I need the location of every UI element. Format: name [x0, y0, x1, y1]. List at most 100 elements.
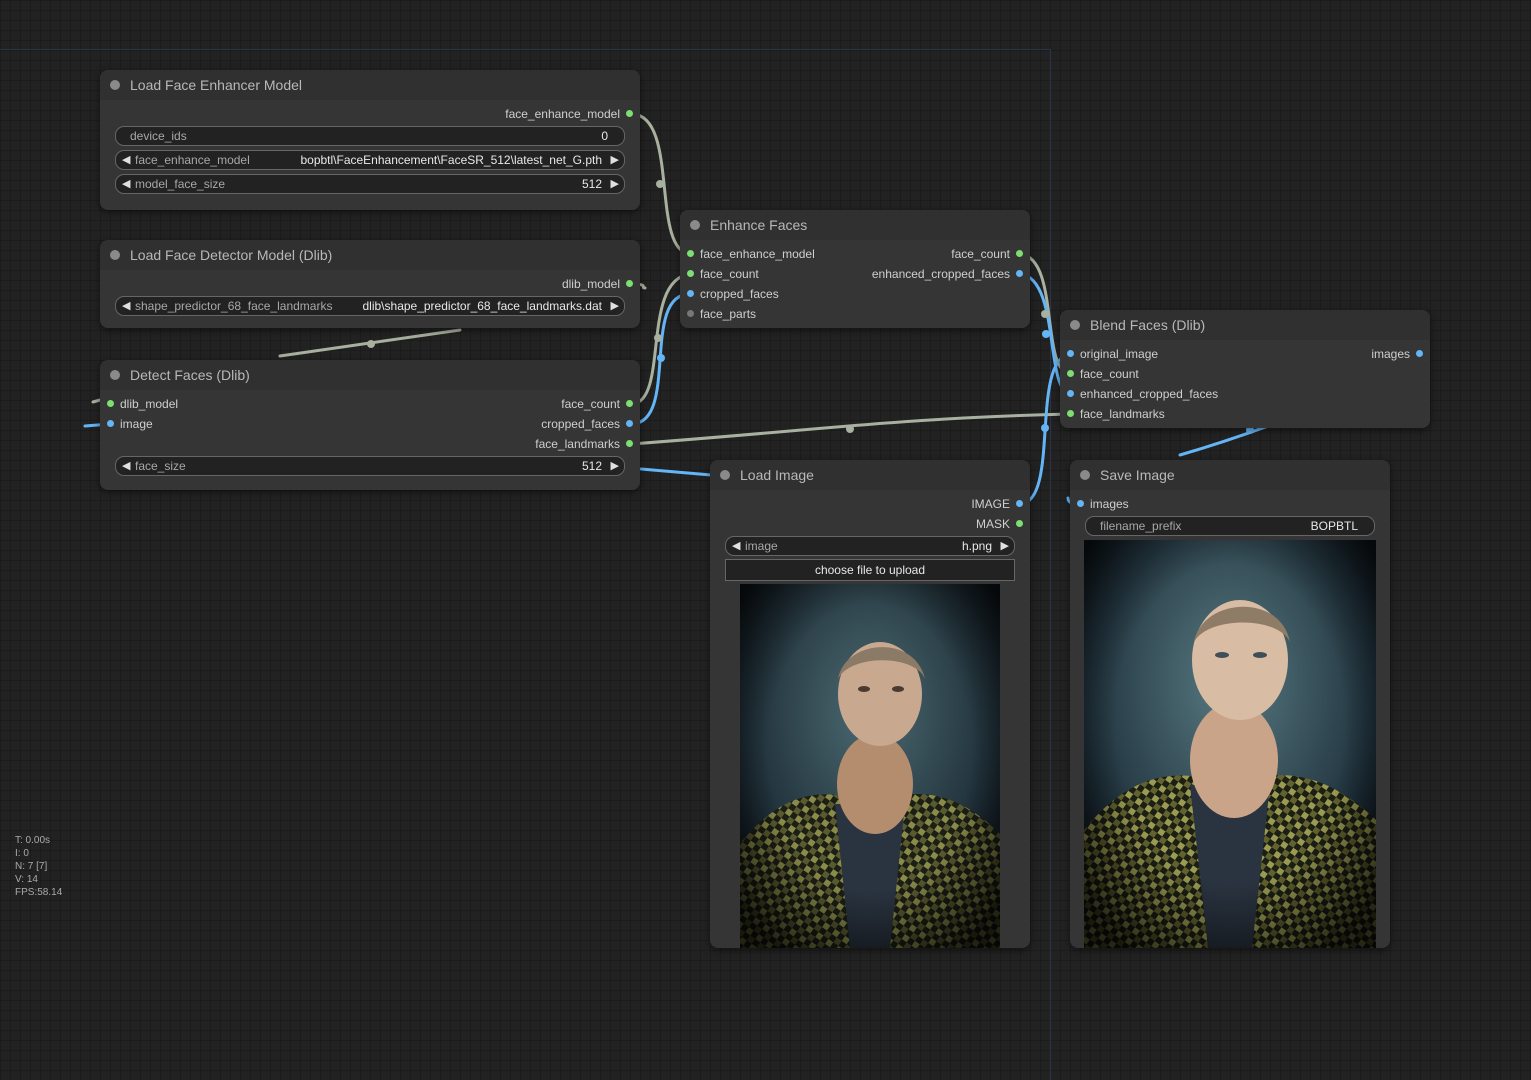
- widget-device-ids[interactable]: device_ids 0: [115, 126, 625, 146]
- link-midpoint[interactable]: [654, 334, 662, 342]
- arrow-right-icon[interactable]: ▶: [1001, 537, 1009, 555]
- slot-dot-icon[interactable]: [107, 420, 114, 427]
- widget-filename-prefix[interactable]: filename_prefix BOPBTL: [1085, 516, 1375, 536]
- slot-dot-icon[interactable]: [1067, 390, 1074, 397]
- arrow-right-icon[interactable]: ▶: [611, 175, 619, 193]
- slot-dot-icon[interactable]: [626, 420, 633, 427]
- widget-label: model_face_size: [135, 177, 226, 191]
- collapse-dot-icon[interactable]: [690, 220, 700, 230]
- arrow-left-icon[interactable]: ◀: [732, 537, 740, 555]
- slot-dot-icon[interactable]: [1016, 250, 1023, 257]
- slot-dot-icon[interactable]: [107, 400, 114, 407]
- arrow-left-icon[interactable]: ◀: [122, 175, 130, 193]
- slot-dot-icon[interactable]: [1067, 410, 1074, 417]
- node-title-bar[interactable]: Save Image: [1070, 460, 1390, 490]
- link-midpoint[interactable]: [657, 354, 665, 362]
- node-save-image[interactable]: Save Image images filename_prefix BOPBTL: [1070, 460, 1390, 948]
- widget-face-size[interactable]: ◀ face_size 512 ▶: [115, 456, 625, 476]
- widget-value: 512: [581, 177, 602, 191]
- output-slot-cropped-faces[interactable]: cropped_faces: [541, 414, 640, 434]
- collapse-dot-icon[interactable]: [1080, 470, 1090, 480]
- output-slot-face-count[interactable]: face_count: [951, 244, 1030, 264]
- input-slot-face-enhance-model[interactable]: face_enhance_model: [680, 244, 815, 264]
- node-title-bar[interactable]: Load Image: [710, 460, 1030, 490]
- collapse-dot-icon[interactable]: [110, 80, 120, 90]
- node-load-face-enhancer-model[interactable]: Load Face Enhancer Model face_enhance_mo…: [100, 70, 640, 210]
- stats-overlay: T: 0.00s I: 0 N: 7 [7] V: 14 FPS:58.14: [15, 834, 62, 899]
- slot-dot-icon[interactable]: [687, 290, 694, 297]
- arrow-left-icon[interactable]: ◀: [122, 297, 130, 315]
- slot-dot-icon[interactable]: [687, 270, 694, 277]
- widget-face-enhance-model[interactable]: ◀ face_enhance_model bopbtl\FaceEnhancem…: [115, 150, 625, 170]
- node-detect-faces[interactable]: Detect Faces (Dlib) dlib_model image fac…: [100, 360, 640, 490]
- link-image-out[interactable]: [639, 467, 713, 477]
- collapse-dot-icon[interactable]: [110, 250, 120, 260]
- slot-label: face_count: [951, 247, 1010, 261]
- input-slot-original-image[interactable]: original_image: [1060, 344, 1158, 364]
- output-slot-images[interactable]: images: [1371, 344, 1430, 364]
- input-slot-dlib-model[interactable]: dlib_model: [100, 394, 178, 414]
- slot-dot-icon[interactable]: [1016, 270, 1023, 277]
- slot-dot-icon[interactable]: [626, 400, 633, 407]
- collapse-dot-icon[interactable]: [720, 470, 730, 480]
- node-blend-faces[interactable]: Blend Faces (Dlib) original_image face_c…: [1060, 310, 1430, 428]
- node-title-bar[interactable]: Enhance Faces: [680, 210, 1030, 240]
- arrow-left-icon[interactable]: ◀: [122, 151, 130, 169]
- output-slot-face-count[interactable]: face_count: [561, 394, 640, 414]
- link-dlib-model-stub[interactable]: [91, 398, 102, 404]
- arrow-right-icon[interactable]: ▶: [611, 297, 619, 315]
- widget-value: 512: [581, 459, 602, 473]
- slot-dot-icon[interactable]: [626, 280, 633, 287]
- link-midpoint[interactable]: [367, 340, 375, 348]
- output-slot-mask[interactable]: MASK: [976, 514, 1030, 534]
- output-slot-image[interactable]: IMAGE: [971, 494, 1030, 514]
- slot-dot-icon[interactable]: [626, 110, 633, 117]
- input-slot-enhanced-cropped-faces[interactable]: enhanced_cropped_faces: [1060, 384, 1218, 404]
- node-load-face-detector-model[interactable]: Load Face Detector Model (Dlib) dlib_mod…: [100, 240, 640, 328]
- collapse-dot-icon[interactable]: [1070, 320, 1080, 330]
- node-load-image[interactable]: Load Image IMAGE MASK ◀ image h.png ▶ ch…: [710, 460, 1030, 948]
- input-slot-face-count[interactable]: face_count: [1060, 364, 1139, 384]
- widget-model-face-size[interactable]: ◀ model_face_size 512 ▶: [115, 174, 625, 194]
- arrow-right-icon[interactable]: ▶: [611, 151, 619, 169]
- output-slot-face-landmarks[interactable]: face_landmarks: [535, 434, 640, 454]
- link-midpoint[interactable]: [656, 180, 664, 188]
- slot-dot-icon[interactable]: [1016, 520, 1023, 527]
- portrait-photo-enhanced: [1084, 540, 1376, 948]
- input-slot-face-parts[interactable]: face_parts: [680, 304, 756, 324]
- widget-label: face_enhance_model: [135, 153, 250, 167]
- node-enhance-faces[interactable]: Enhance Faces face_enhance_model face_co…: [680, 210, 1030, 328]
- input-slot-face-count[interactable]: face_count: [680, 264, 759, 284]
- node-title-bar[interactable]: Detect Faces (Dlib): [100, 360, 640, 390]
- slot-dot-icon[interactable]: [1416, 350, 1423, 357]
- slot-dot-icon[interactable]: [1067, 350, 1074, 357]
- upload-button[interactable]: choose file to upload: [725, 559, 1015, 581]
- link-midpoint[interactable]: [1042, 330, 1050, 338]
- slot-dot-icon[interactable]: [687, 250, 694, 257]
- link-midpoint[interactable]: [1041, 424, 1049, 432]
- slot-dot-icon[interactable]: [1016, 500, 1023, 507]
- node-title-bar[interactable]: Load Face Enhancer Model: [100, 70, 640, 100]
- arrow-right-icon[interactable]: ▶: [611, 457, 619, 475]
- node-title-bar[interactable]: Load Face Detector Model (Dlib): [100, 240, 640, 270]
- widget-image-select[interactable]: ◀ image h.png ▶: [725, 536, 1015, 556]
- slot-dot-icon[interactable]: [1077, 500, 1084, 507]
- arrow-left-icon[interactable]: ◀: [122, 457, 130, 475]
- output-slot-dlib-model[interactable]: dlib_model: [562, 274, 640, 294]
- input-slot-images[interactable]: images: [1070, 494, 1129, 514]
- collapse-dot-icon[interactable]: [110, 370, 120, 380]
- input-slot-face-landmarks[interactable]: face_landmarks: [1060, 404, 1165, 424]
- slot-label: face_enhance_model: [505, 107, 620, 121]
- slot-dot-icon[interactable]: [626, 440, 633, 447]
- output-slot-enhanced-cropped-faces[interactable]: enhanced_cropped_faces: [872, 264, 1030, 284]
- slot-dot-icon[interactable]: [1067, 370, 1074, 377]
- widget-shape-predictor[interactable]: ◀ shape_predictor_68_face_landmarks dlib…: [115, 296, 625, 316]
- slot-dot-icon[interactable]: [687, 310, 694, 317]
- link-midpoint[interactable]: [1041, 310, 1049, 318]
- input-slot-image[interactable]: image: [100, 414, 153, 434]
- input-slot-cropped-faces[interactable]: cropped_faces: [680, 284, 779, 304]
- widget-value: bopbtl\FaceEnhancement\FaceSR_512\latest…: [300, 153, 602, 167]
- node-title-bar[interactable]: Blend Faces (Dlib): [1060, 310, 1430, 340]
- link-midpoint[interactable]: [846, 425, 854, 433]
- output-slot-face-enhance-model[interactable]: face_enhance_model: [505, 104, 640, 124]
